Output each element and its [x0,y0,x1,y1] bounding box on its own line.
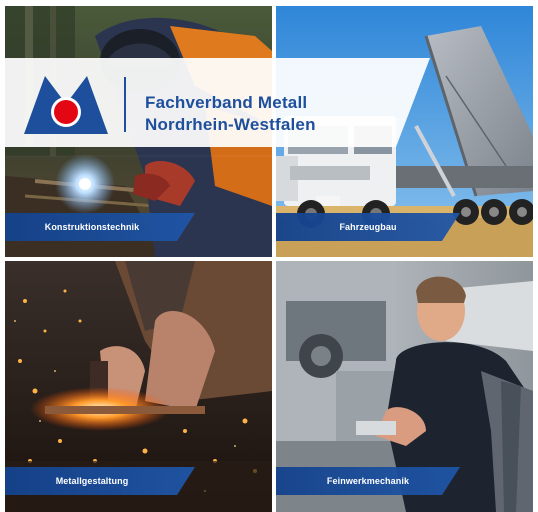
tile-label-konstruktionstechnik[interactable]: Konstruktionstechnik [5,213,195,241]
brand-divider [124,77,126,132]
fachverband-m-logo-icon [24,76,108,134]
brand-name-line2: Nordrhein-Westfalen [145,115,316,134]
tile-label-feinwerkmechanik[interactable]: Feinwerkmechanik [276,467,460,495]
tile-label-metallgestaltung[interactable]: Metallgestaltung [5,467,195,495]
tile-feinwerkmechanik[interactable]: Feinwerkmechanik [276,261,533,512]
tile-metallgestaltung[interactable]: Metallgestaltung [5,261,272,512]
brand-name-line1: Fachverband Metall [145,93,308,112]
tile-label-fahrzeugbau[interactable]: Fahrzeugbau [276,213,460,241]
category-grid: Konstruktionstechnik Fahrzeugbau Metallg… [0,0,538,512]
